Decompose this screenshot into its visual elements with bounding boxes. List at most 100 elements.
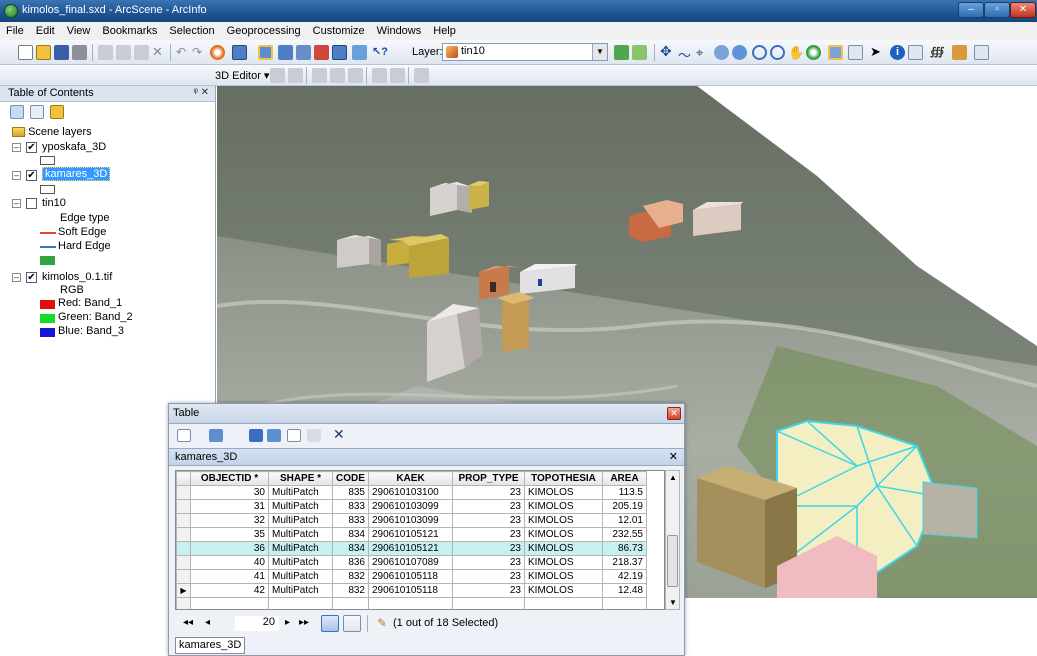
arctoolbox-icon[interactable] xyxy=(314,45,329,60)
navigate-icon[interactable]: ✥ xyxy=(660,44,675,60)
layer-symbol-swatch[interactable] xyxy=(40,185,55,194)
cell-code[interactable]: 834 xyxy=(332,541,369,556)
cell-area[interactable]: 113.5 xyxy=(602,485,647,500)
table-bottom-tab[interactable]: kamares_3D xyxy=(175,637,246,654)
select-by-attributes-icon[interactable] xyxy=(249,429,263,442)
row-selector[interactable] xyxy=(176,569,191,584)
select-elements-icon[interactable]: ➤ xyxy=(870,45,885,60)
python-window-icon[interactable] xyxy=(332,45,347,60)
show-all-records-button[interactable] xyxy=(321,615,339,632)
cell-code[interactable]: 833 xyxy=(332,513,369,528)
delete-icon[interactable]: ✕ xyxy=(152,45,167,60)
paste-icon[interactable] xyxy=(134,45,149,60)
column-header[interactable]: KAEK xyxy=(368,471,453,486)
print-icon[interactable] xyxy=(72,45,87,60)
cell-topothesia[interactable]: KIMOLOS xyxy=(524,569,603,584)
cut-icon[interactable] xyxy=(98,45,113,60)
cell-objectid[interactable]: 31 xyxy=(190,499,269,514)
cell-prop-type[interactable]: 23 xyxy=(452,555,525,570)
layer-symbol-swatch[interactable] xyxy=(40,156,55,165)
layer-kimolos-raster[interactable]: kimolos_0.1.tif xyxy=(42,271,112,283)
add-data-icon[interactable] xyxy=(210,45,225,60)
building-yellow-1[interactable] xyxy=(469,181,489,210)
cell-area[interactable]: 205.19 xyxy=(602,499,647,514)
layer-visibility-checkbox[interactable] xyxy=(26,198,37,209)
cell-code[interactable]: 833 xyxy=(332,499,369,514)
cell-shape[interactable]: MultiPatch xyxy=(268,541,333,556)
layer-visibility-checkbox[interactable]: ✔ xyxy=(26,272,37,283)
current-record-field[interactable]: 20 xyxy=(235,616,279,631)
tin-edit-icon[interactable] xyxy=(614,45,629,60)
tin-fill-swatch[interactable] xyxy=(40,256,55,265)
layer-visibility-checkbox[interactable]: ✔ xyxy=(26,142,37,153)
cell-area[interactable]: 86.73 xyxy=(602,541,647,556)
attribute-grid[interactable]: OBJECTID * SHAPE * CODE KAEK PROP_TYPE T… xyxy=(175,470,665,610)
switch-selection-icon[interactable] xyxy=(267,429,281,442)
close-window-button[interactable]: ✕ xyxy=(1010,2,1036,18)
hard-edge-line-swatch[interactable] xyxy=(40,246,56,248)
cell-kaek[interactable]: 290610105121 xyxy=(368,527,453,542)
cell-kaek[interactable]: 290610105118 xyxy=(368,583,453,598)
cell-topothesia[interactable]: KIMOLOS xyxy=(524,583,603,598)
green-band-swatch[interactable] xyxy=(40,314,55,323)
layer-yposkafa[interactable]: yposkafa_3D xyxy=(42,141,106,153)
show-selected-records-button[interactable] xyxy=(343,615,361,632)
cell-shape[interactable]: MultiPatch xyxy=(268,485,333,500)
cell-area[interactable]: 12.48 xyxy=(602,583,647,598)
identify-icon[interactable]: i xyxy=(890,45,905,60)
scene-properties-icon[interactable] xyxy=(232,45,247,60)
related-tables-icon[interactable] xyxy=(209,429,223,442)
clear-selection-icon[interactable] xyxy=(848,45,863,60)
scroll-thumb[interactable] xyxy=(667,535,678,587)
next-record-button[interactable]: ▸ xyxy=(285,617,290,628)
collapse-icon[interactable]: – xyxy=(12,273,21,282)
edit-tool-icon[interactable] xyxy=(270,68,285,83)
cell-objectid[interactable]: 42 xyxy=(190,583,269,598)
first-record-button[interactable]: ◂◂ xyxy=(183,617,193,628)
copy-icon[interactable] xyxy=(116,45,131,60)
whats-this-icon[interactable]: ↖? xyxy=(372,45,388,60)
list-by-visibility-icon[interactable] xyxy=(50,105,64,119)
menu-edit[interactable]: Edit xyxy=(36,25,55,37)
measure-icon[interactable] xyxy=(952,45,967,60)
cell-prop-type[interactable]: 23 xyxy=(452,569,525,584)
menu-customize[interactable]: Customize xyxy=(313,25,365,37)
table-row[interactable]: 40 MultiPatch 836 290610107089 23 KIMOLO… xyxy=(176,555,647,570)
table-vertical-scrollbar[interactable]: ▲ ▼ xyxy=(665,470,680,610)
new-doc-icon[interactable] xyxy=(18,45,33,60)
menu-help[interactable]: Help xyxy=(433,25,456,37)
cell-shape[interactable]: MultiPatch xyxy=(268,555,333,570)
layer-visibility-checkbox[interactable]: ✔ xyxy=(26,170,37,181)
table-row-selected[interactable]: 36 MultiPatch 834 290610105121 23 KIMOLO… xyxy=(176,541,647,556)
row-selector[interactable] xyxy=(176,541,191,556)
menu-selection[interactable]: Selection xyxy=(169,25,214,37)
scroll-down-icon[interactable]: ▼ xyxy=(669,598,677,607)
close-tab-icon[interactable]: ✕ xyxy=(669,450,678,463)
delete-selected-icon[interactable]: ✕ xyxy=(333,426,345,443)
set-observer-icon[interactable] xyxy=(732,45,747,60)
current-row-arrow-icon[interactable]: ▶ xyxy=(176,583,191,598)
blue-band-swatch[interactable] xyxy=(40,328,55,337)
toc-pin-close[interactable]: ᵠ ✕ xyxy=(193,87,209,98)
cell-shape[interactable]: MultiPatch xyxy=(268,527,333,542)
cell-prop-type[interactable]: 23 xyxy=(452,583,525,598)
cell-prop-type[interactable]: 23 xyxy=(452,513,525,528)
cell-code[interactable]: 834 xyxy=(332,527,369,542)
html-popup-icon[interactable] xyxy=(908,45,923,60)
building-white-1[interactable] xyxy=(430,182,472,216)
cell-objectid[interactable]: 41 xyxy=(190,569,269,584)
cell-kaek[interactable]: 290610105121 xyxy=(368,541,453,556)
reshape-icon[interactable] xyxy=(330,68,345,83)
attributes-icon[interactable] xyxy=(372,68,387,83)
catalog-icon[interactable] xyxy=(278,45,293,60)
fly-icon[interactable]: 〜 xyxy=(678,45,693,63)
column-header[interactable]: TOPOTHESIA xyxy=(524,471,603,486)
search-window-icon[interactable] xyxy=(296,45,311,60)
save-icon[interactable] xyxy=(54,45,69,60)
cell-code[interactable]: 835 xyxy=(332,485,369,500)
cell-topothesia[interactable]: KIMOLOS xyxy=(524,541,603,556)
cell-objectid[interactable]: 30 xyxy=(190,485,269,500)
cell-kaek[interactable]: 290610103099 xyxy=(368,499,453,514)
cell-prop-type[interactable]: 23 xyxy=(452,541,525,556)
editor-options-icon[interactable] xyxy=(414,68,429,83)
